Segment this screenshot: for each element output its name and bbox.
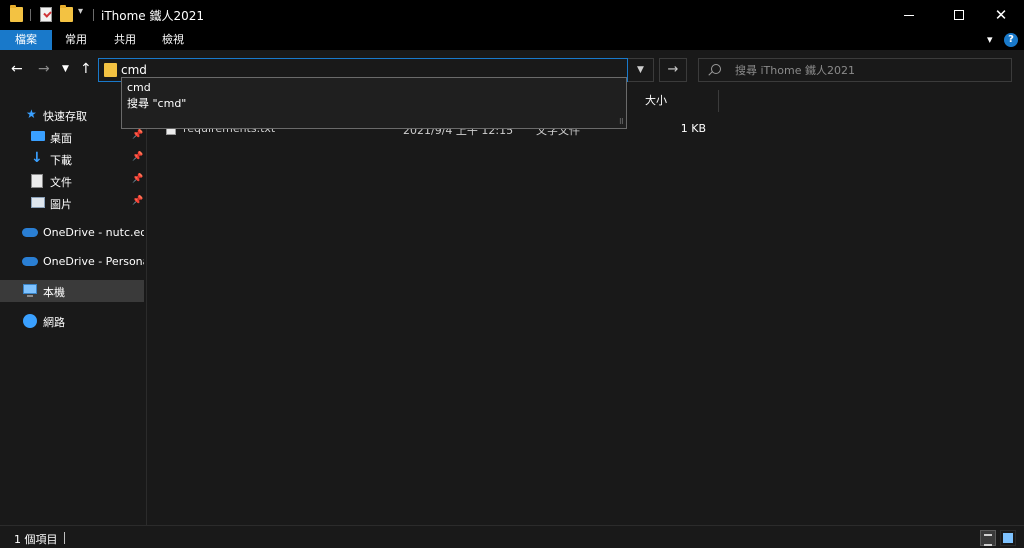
window-title: iThome 鐵人2021 (101, 9, 205, 23)
star-icon: ★ (26, 107, 37, 121)
forward-arrow-icon[interactable]: → (38, 61, 50, 77)
item-count: 1 個項目 (14, 533, 58, 546)
network-icon (23, 314, 37, 328)
tab-file[interactable]: 檔案 (0, 30, 52, 50)
sidebar-item-downloads[interactable]: ↓ 下載 📌 (0, 148, 144, 170)
sidebar-item-label: OneDrive - nutc.edu (43, 226, 144, 239)
column-header-size[interactable]: 大小 (641, 90, 719, 112)
sidebar-item-label: 下載 (50, 154, 72, 167)
quick-access-separator (30, 9, 31, 21)
onedrive-icon (22, 257, 38, 266)
desktop-icon (31, 131, 45, 141)
search-input[interactable] (735, 60, 1005, 80)
sidebar-item-desktop[interactable]: 桌面 📌 (0, 126, 144, 148)
resize-grip-icon[interactable]: ⠿ (619, 118, 624, 126)
folder-icon[interactable] (10, 5, 23, 22)
file-size: 1 KB (680, 122, 706, 135)
this-pc-icon (23, 284, 37, 297)
maximize-icon (954, 10, 964, 20)
sidebar-item-pictures[interactable]: 圖片 📌 (0, 192, 144, 214)
sidebar-item-label: 桌面 (50, 132, 72, 145)
sidebar-item-network[interactable]: 網路 (0, 310, 144, 332)
close-button[interactable]: ✕ (978, 0, 1024, 30)
tab-view[interactable]: 檢視 (151, 30, 195, 50)
pictures-icon (31, 197, 45, 208)
properties-icon[interactable] (40, 7, 52, 22)
address-history-chevron-down-icon[interactable]: ▼ (628, 58, 654, 82)
sidebar-item-label: 快速存取 (43, 110, 87, 123)
recent-locations-chevron-down-icon[interactable]: ▼ (62, 64, 69, 74)
close-icon: ✕ (994, 5, 1008, 24)
expand-ribbon-chevron-down-icon[interactable]: ▾ (987, 33, 993, 46)
customize-toolbar-chevron-down-icon[interactable]: ▾ (78, 6, 83, 17)
status-bar: 1 個項目 (0, 525, 1024, 548)
maximize-button[interactable] (936, 0, 982, 30)
pin-icon: 📌 (132, 174, 144, 184)
back-arrow-icon[interactable]: ← (11, 61, 23, 77)
search-box[interactable] (698, 58, 1012, 82)
pin-icon: 📌 (132, 130, 144, 140)
ribbon-tabs: 檔案 常用 共用 檢視 ▾ ? (0, 30, 1024, 50)
navigation-pane: ★ 快速存取 桌面 📌 ↓ 下載 📌 文件 📌 圖片 📌 OneDrive - … (0, 90, 147, 525)
pin-icon: 📌 (132, 196, 144, 206)
sidebar-item-this-pc[interactable]: 本機 (0, 280, 144, 302)
pin-icon: 📌 (132, 152, 144, 162)
sidebar-item-onedrive-personal[interactable]: OneDrive - Personal (0, 251, 144, 273)
details-view-button[interactable] (980, 530, 996, 546)
go-arrow-icon[interactable]: → (659, 58, 687, 82)
folder-icon (104, 63, 117, 77)
tab-home[interactable]: 常用 (54, 30, 98, 50)
help-icon[interactable]: ? (1004, 33, 1018, 47)
sidebar-item-label: 圖片 (50, 198, 72, 211)
status-separator (64, 532, 65, 544)
title-bar: ▾ iThome 鐵人2021 ✕ (0, 0, 1024, 30)
sidebar-item-label: 本機 (43, 286, 65, 299)
download-icon: ↓ (31, 150, 43, 166)
documents-icon (31, 174, 43, 188)
suggestion-item[interactable]: cmd (127, 79, 151, 96)
up-arrow-icon[interactable]: ↑ (80, 61, 92, 77)
minimize-button[interactable] (886, 0, 932, 30)
sidebar-item-documents[interactable]: 文件 📌 (0, 170, 144, 192)
onedrive-icon (22, 228, 38, 237)
large-icons-view-button[interactable] (1000, 530, 1016, 546)
address-suggestions: cmd 搜尋 "cmd" ⠿ (121, 77, 627, 129)
sidebar-item-label: OneDrive - Personal (43, 255, 144, 268)
suggestion-item[interactable]: 搜尋 "cmd" (127, 95, 186, 112)
file-list: 大小 requirements.txt 2021/9/4 上午 12:15 文字… (148, 90, 1024, 525)
sidebar-item-label: 文件 (50, 176, 72, 189)
tab-share[interactable]: 共用 (103, 30, 147, 50)
search-icon (711, 64, 721, 74)
new-folder-icon[interactable] (60, 5, 73, 22)
minimize-icon (904, 14, 914, 16)
sidebar-item-onedrive-nutc[interactable]: OneDrive - nutc.edu (0, 222, 144, 244)
sidebar-item-label: 網路 (43, 316, 65, 329)
title-separator (93, 9, 94, 21)
